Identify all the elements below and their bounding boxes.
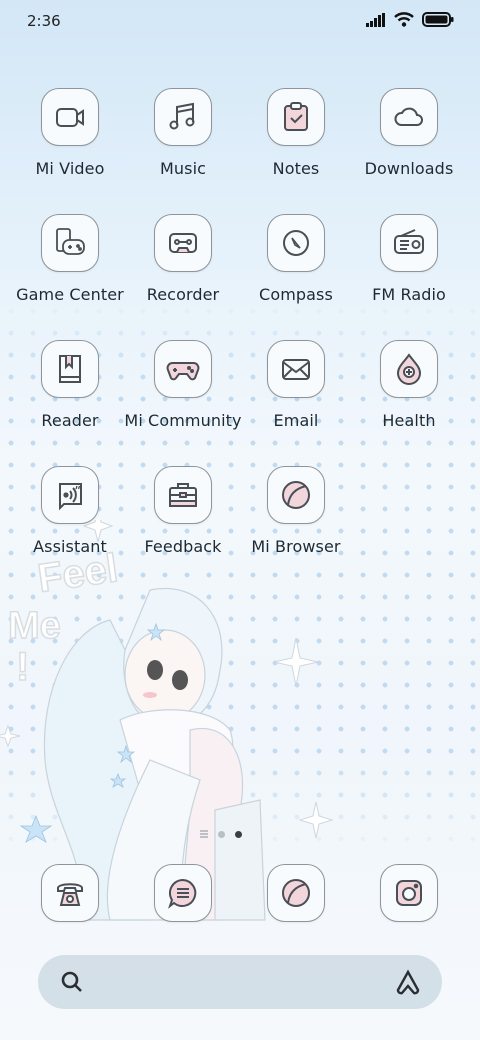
gamepad-icon [166,362,200,381]
app-label: FM Radio [372,285,446,304]
recorder-icon [169,233,197,253]
app-mi-browser[interactable]: Mi Browser [236,466,356,556]
book-icon [59,355,81,383]
status-bar: 2:36 [0,0,480,44]
compass-icon [283,230,309,256]
status-time: 2:36 [27,12,61,30]
dock-browser[interactable] [236,864,356,922]
envelope-icon [282,359,310,380]
app-label: Music [159,159,207,178]
camera-icon [396,880,422,906]
app-feedback[interactable]: Feedback [123,466,243,556]
app-email[interactable]: Email [236,340,356,430]
app-mi-community[interactable]: Mi Community [123,340,243,430]
toolbox-icon [169,483,197,507]
browser-icon [282,481,310,509]
app-label: Feedback [144,537,222,556]
wallpaper-lettering: Feel Me ! [7,545,121,689]
app-label: Mi Community [124,411,242,430]
video-camera-icon [56,108,84,127]
app-icon-tile[interactable] [267,340,325,398]
app-label: Health [382,411,436,430]
app-mi-video[interactable]: Mi Video [10,88,130,178]
app-recorder[interactable]: Recorder [123,214,243,304]
dock-messaging[interactable] [123,864,243,922]
app-icon-tile[interactable] [154,214,212,272]
radio-icon [394,229,424,254]
cloud-icon [394,107,423,126]
search-icon[interactable] [60,970,84,994]
page-dot-1[interactable] [218,830,225,838]
assistant-logo-icon[interactable] [394,969,422,995]
wifi-icon [394,12,414,27]
app-music[interactable]: Music [123,88,243,178]
page-indicator[interactable] [200,830,242,838]
app-label: Reader [41,411,99,430]
signal-icon [366,12,385,27]
music-note-icon [169,102,195,130]
app-label: Game Center [16,285,124,304]
app-fm-radio[interactable]: FM Radio [349,214,469,304]
app-assistant[interactable]: Assistant [10,466,130,556]
battery-icon [422,12,454,27]
message-icon [168,878,197,909]
app-label: Assistant [33,537,107,556]
app-icon-tile[interactable] [380,88,438,146]
status-icons [366,12,454,27]
menu-lines-icon [200,830,208,838]
dock [0,864,480,924]
dock-phone[interactable] [10,864,130,922]
svg-text:!: ! [16,645,29,689]
gamepad-phone-icon [56,228,85,255]
clipboard-check-icon [284,102,308,131]
dock-camera[interactable] [349,864,469,922]
app-icon-tile[interactable] [267,214,325,272]
app-label: Recorder [146,285,220,304]
app-icon-tile[interactable] [267,864,325,922]
app-icon-tile[interactable] [267,88,325,146]
app-icon-tile[interactable] [154,340,212,398]
app-label: Mi Video [35,159,105,178]
app-label: Compass [259,285,333,304]
app-icon-tile[interactable] [41,340,99,398]
app-health[interactable]: Health [349,340,469,430]
app-label: Notes [272,159,320,178]
app-label: Mi Browser [251,537,341,556]
app-icon-tile[interactable] [380,340,438,398]
app-icon-tile[interactable] [154,864,212,922]
app-label: Downloads [364,159,454,178]
page-dot-2[interactable] [235,830,242,838]
app-icon-tile[interactable] [154,466,212,524]
phone-icon [57,883,83,906]
browser-icon [282,879,310,907]
app-label: Email [273,411,319,430]
app-icon-tile[interactable] [41,864,99,922]
health-plus-icon [396,353,422,385]
app-downloads[interactable]: Downloads [349,88,469,178]
app-icon-tile[interactable] [41,88,99,146]
assistant-voice-icon [59,483,82,511]
search-bar[interactable] [38,955,442,1009]
app-notes[interactable]: Notes [236,88,356,178]
app-icon-tile[interactable] [154,88,212,146]
svg-text:Me: Me [8,605,61,647]
app-compass[interactable]: Compass [236,214,356,304]
app-game-center[interactable]: Game Center [10,214,130,304]
app-icon-tile[interactable] [267,466,325,524]
app-icon-tile[interactable] [41,214,99,272]
app-reader[interactable]: Reader [10,340,130,430]
app-icon-tile[interactable] [380,864,438,922]
app-icon-tile[interactable] [41,466,99,524]
app-icon-tile[interactable] [380,214,438,272]
